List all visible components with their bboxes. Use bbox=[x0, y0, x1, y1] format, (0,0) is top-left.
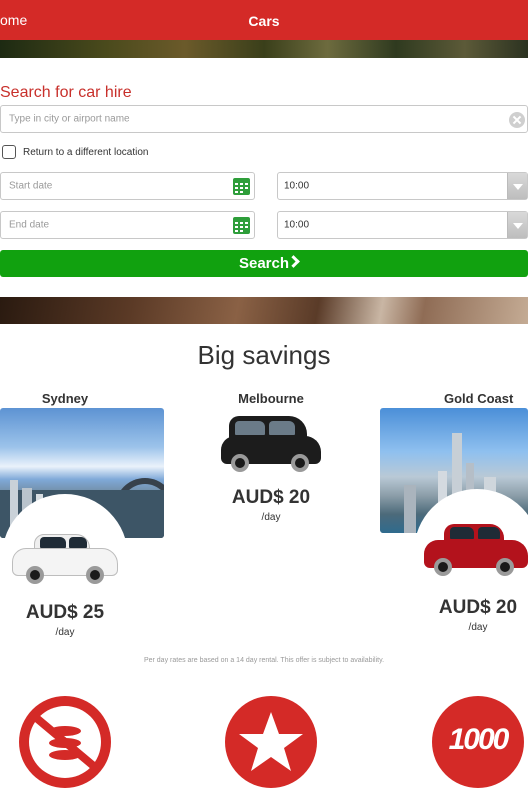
start-date-input[interactable]: Start date bbox=[0, 172, 255, 200]
return-different-checkbox[interactable] bbox=[2, 145, 16, 159]
gold-coast-per-day: /day bbox=[468, 622, 488, 633]
chevron-down-icon[interactable] bbox=[507, 212, 527, 238]
melbourne-price: AUD$ 20 bbox=[231, 487, 311, 508]
1000-label: 1000 bbox=[448, 723, 510, 756]
end-time-select[interactable]: 10:00 bbox=[277, 211, 528, 239]
deal-city-gold-coast[interactable]: Gold Coast bbox=[418, 391, 528, 406]
start-time-select[interactable]: 10:00 bbox=[277, 172, 528, 200]
no-fees-icon bbox=[19, 696, 111, 788]
gold-coast-price: AUD$ 20 bbox=[438, 597, 518, 618]
hero-image bbox=[0, 40, 528, 58]
rates-disclaimer: Per day rates are based on a 14 day rent… bbox=[143, 657, 385, 664]
clear-icon[interactable] bbox=[509, 112, 525, 128]
search-button[interactable]: Search bbox=[0, 250, 528, 277]
start-date-placeholder: Start date bbox=[9, 180, 53, 192]
melbourne-car-image[interactable] bbox=[221, 416, 321, 476]
calendar-icon[interactable] bbox=[233, 178, 250, 195]
page-title: Cars bbox=[248, 13, 280, 29]
location-input[interactable]: Type in city or airport name bbox=[0, 105, 528, 133]
location-placeholder: Type in city or airport name bbox=[9, 113, 130, 125]
search-heading: Search for car hire bbox=[0, 84, 132, 101]
deal-city-sydney[interactable]: Sydney bbox=[0, 391, 130, 406]
chevron-down-icon[interactable] bbox=[507, 173, 527, 199]
1000-icon: 1000 bbox=[432, 696, 524, 788]
search-button-label: Search bbox=[238, 255, 290, 272]
gold-coast-car-image[interactable] bbox=[424, 520, 528, 580]
end-date-placeholder: End date bbox=[9, 219, 50, 231]
promo-banner bbox=[0, 297, 528, 324]
melbourne-per-day: /day bbox=[261, 512, 281, 523]
sydney-per-day: /day bbox=[55, 627, 75, 638]
big-savings-title: Big savings bbox=[197, 340, 331, 370]
calendar-icon[interactable] bbox=[233, 217, 250, 234]
top-bar: ome Cars bbox=[0, 0, 528, 40]
sydney-car-image[interactable] bbox=[12, 528, 118, 588]
star-icon bbox=[225, 696, 317, 788]
sydney-price: AUD$ 25 bbox=[25, 602, 105, 623]
end-time-value: 10:00 bbox=[284, 219, 310, 231]
return-different-label[interactable]: Return to a different location bbox=[23, 147, 148, 158]
end-date-input[interactable]: End date bbox=[0, 211, 255, 239]
deal-city-melbourne[interactable]: Melbourne bbox=[206, 391, 336, 406]
start-time-value: 10:00 bbox=[284, 180, 310, 192]
